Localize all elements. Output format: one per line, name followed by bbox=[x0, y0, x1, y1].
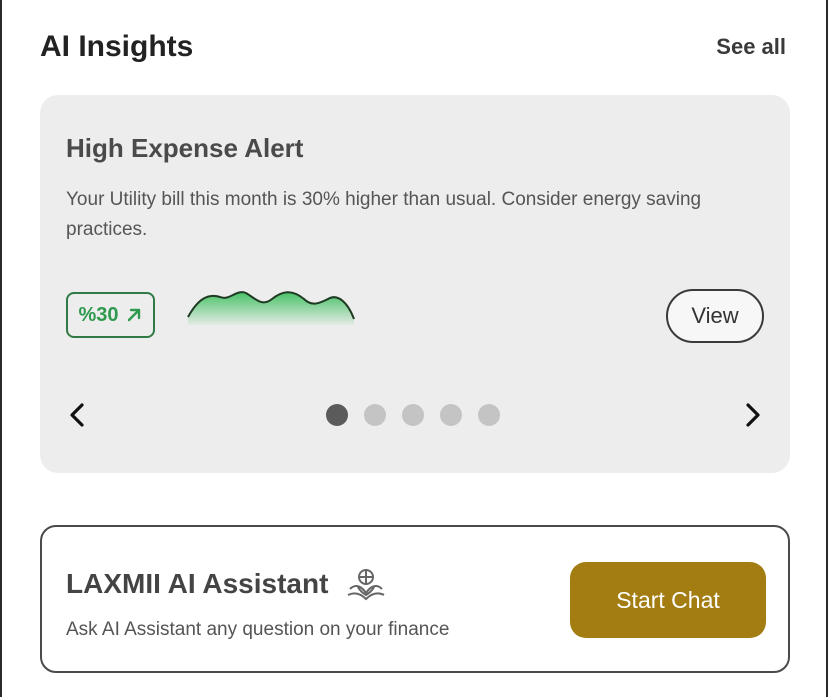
assistant-subtitle: Ask AI Assistant any question on your fi… bbox=[66, 619, 450, 640]
alert-title: High Expense Alert bbox=[66, 133, 304, 163]
insights-screen: AI Insights See all High Expense Alert Y… bbox=[0, 0, 828, 697]
carousel-dots bbox=[326, 404, 500, 426]
assistant-title-row: LAXMII AI Assistant bbox=[66, 565, 386, 603]
section-title: AI Insights bbox=[40, 30, 194, 63]
ai-assistant-card: LAXMII AI Assistant Ask AI Assistant any… bbox=[40, 525, 790, 673]
chevron-left-icon bbox=[70, 403, 84, 427]
carousel-dot[interactable] bbox=[326, 404, 348, 426]
carousel-dot[interactable] bbox=[478, 404, 500, 426]
arrow-up-right-icon bbox=[127, 308, 140, 322]
see-all-link[interactable]: See all bbox=[716, 34, 786, 60]
view-button[interactable]: View bbox=[666, 289, 764, 343]
prev-slide-button[interactable] bbox=[62, 400, 92, 430]
lotus-logo-icon bbox=[347, 569, 385, 601]
trend-sparkline bbox=[187, 291, 355, 325]
assistant-title: LAXMII AI Assistant bbox=[66, 568, 329, 599]
percent-badge: %30 bbox=[66, 292, 155, 338]
insight-card: High Expense Alert Your Utility bill thi… bbox=[40, 95, 790, 473]
carousel-dot[interactable] bbox=[440, 404, 462, 426]
badge-value: %30 bbox=[78, 303, 119, 326]
next-slide-button[interactable] bbox=[738, 400, 768, 430]
carousel-dot[interactable] bbox=[402, 404, 424, 426]
carousel-dot[interactable] bbox=[364, 404, 386, 426]
start-chat-button[interactable]: Start Chat bbox=[570, 562, 766, 638]
chevron-right-icon bbox=[746, 403, 760, 427]
insights-header: AI Insights See all bbox=[40, 30, 786, 64]
alert-description: Your Utility bill this month is 30% high… bbox=[66, 189, 702, 240]
